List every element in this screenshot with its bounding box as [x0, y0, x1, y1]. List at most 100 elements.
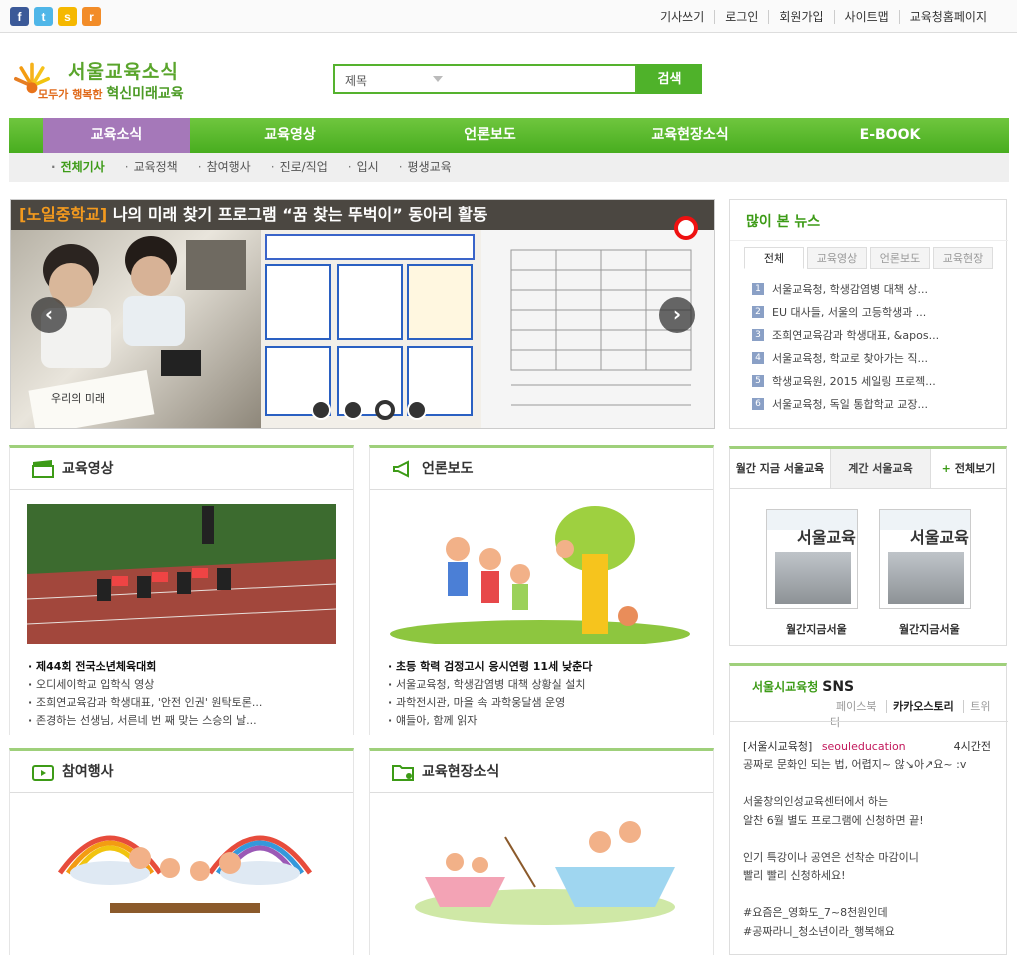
nav-item-field[interactable]: 교육현장소식: [590, 118, 790, 153]
events-section-title[interactable]: 참여행사: [10, 751, 353, 793]
list-item[interactable]: 제44회 전국소년체육대회: [28, 658, 353, 676]
tab-all[interactable]: 전체: [744, 247, 804, 269]
magazine-panel: 월간 지금 서울교육 계간 서울교육 + 전체보기 서울교육 월간지금서울 서울교…: [729, 446, 1007, 646]
list-item[interactable]: 존경하는 선생님, 서른네 번 째 맞는 스승의 날...: [28, 712, 353, 730]
sitemap-link[interactable]: 사이트맵: [833, 10, 899, 24]
press-list: 초등 학력 검정고시 응시연령 11세 낮춘다 서울교육청, 학생감염병 대책 …: [370, 658, 713, 730]
main-nav: 교육소식 교육영상 언론보도 교육현장소식 E-BOOK: [9, 118, 1009, 153]
facebook-icon[interactable]: f: [10, 7, 29, 26]
events-section: 참여행사: [9, 748, 354, 955]
tab-facebook[interactable]: 페이스북: [830, 700, 882, 713]
field-thumbnail-boats[interactable]: [405, 807, 685, 927]
cover-title: 서울교육: [797, 528, 856, 547]
cover-title: 서울교육: [910, 528, 969, 547]
chevron-down-icon[interactable]: [433, 76, 443, 82]
office-homepage-link[interactable]: 교육청홈페이지: [898, 10, 997, 24]
plus-icon: +: [941, 462, 951, 475]
popular-news-title: 많이 본 뉴스: [746, 214, 821, 230]
list-item[interactable]: 오디세이학교 입학식 영상: [28, 676, 353, 694]
tab-press[interactable]: 언론보도: [870, 247, 930, 269]
events-thumbnail-rainbow[interactable]: [50, 803, 320, 923]
sns-tabs: 페이스북 카카오스토리 트위터: [830, 698, 1006, 730]
cover-label[interactable]: 월간지금서울: [899, 621, 960, 637]
list-item[interactable]: 1 서울교육청, 학생감염병 대책 상...: [752, 277, 939, 300]
search-button[interactable]: 검색: [637, 64, 702, 94]
subnav-item-admission[interactable]: 입시: [348, 153, 379, 182]
slider-prev-button[interactable]: ‹: [31, 297, 67, 333]
slider-dot-active[interactable]: [375, 400, 395, 420]
headline-slider[interactable]: 우리의 미래 [노일중학교] 나의 미래 찾기 프로그램 “꿈 찾는 뚜벅이” …: [10, 199, 715, 429]
popular-news-panel: 많이 본 뉴스 전체 교육영상 언론보도 교육현장 1 서울교육청, 학생감염병 …: [729, 199, 1008, 429]
list-item[interactable]: 3 조희연교육감과 학생대표, &apos...: [752, 323, 939, 346]
list-item[interactable]: 4 서울교육청, 학교로 찾아가는 직...: [752, 346, 939, 369]
pause-icon[interactable]: [674, 216, 698, 240]
nav-item-video[interactable]: 교육영상: [190, 118, 390, 153]
twitter-icon[interactable]: t: [34, 7, 53, 26]
subnav-item-all[interactable]: 전체기사: [51, 153, 105, 182]
view-all-button[interactable]: + 전체보기: [930, 449, 1006, 488]
subnav-item-events[interactable]: 참여행사: [198, 153, 251, 182]
write-article-link[interactable]: 기사쓰기: [650, 10, 714, 24]
tab-quarterly[interactable]: 계간 서울교육: [830, 449, 930, 488]
video-section: 교육영상 제44회 전국소년체육대회 오디세이학교 입학식 영상 조희연교육감과…: [9, 445, 354, 735]
video-section-title[interactable]: 교육영상: [10, 448, 353, 490]
tab-field[interactable]: 교육현장: [933, 247, 993, 269]
list-item[interactable]: 서울교육청, 학생감염병 대책 상황실 설치: [388, 676, 713, 694]
utility-nav: 기사쓰기 로그인 회원가입 사이트맵 교육청홈페이지: [650, 10, 997, 24]
post-handle[interactable]: seouleducation: [822, 740, 906, 753]
slider-dot[interactable]: [343, 400, 363, 420]
slider-dot[interactable]: [407, 400, 427, 420]
popular-tabs: 전체 교육영상 언론보도 교육현장: [744, 247, 993, 269]
svg-text:우리의 미래: 우리의 미래: [51, 392, 105, 405]
rss-icon[interactable]: r: [82, 7, 101, 26]
video-thumbnail-track[interactable]: [27, 504, 336, 644]
site-logo[interactable]: 서울교육소식 모두가 행복한 혁신미래교육: [12, 55, 187, 110]
divider: [730, 721, 1008, 722]
slider-next-button[interactable]: ›: [659, 297, 695, 333]
list-item[interactable]: 6 서울교육청, 독일 통합학교 교장...: [752, 392, 939, 415]
subnav-item-career[interactable]: 진로/직업: [271, 153, 328, 182]
search-field-select[interactable]: 제목: [345, 72, 367, 89]
social-links: f t s r: [10, 7, 101, 26]
logo-title: 서울교육소식: [68, 61, 179, 83]
press-section: 언론보도 초등 학력 검정고시 응시연령 11세 낮춘다 서울교육청, 학생감염…: [369, 445, 714, 735]
slide-caption[interactable]: [노일중학교] 나의 미래 찾기 프로그램 “꿈 찾는 뚜벅이” 동아리 활동: [11, 200, 714, 230]
kakaostory-icon[interactable]: s: [58, 7, 77, 26]
nav-item-news[interactable]: 교육소식: [43, 118, 190, 153]
press-section-title[interactable]: 언론보도: [370, 448, 713, 490]
sub-nav: 전체기사 교육정책 참여행사 진로/직업 입시 평생교육: [9, 153, 1009, 182]
post-time: 4시간전: [953, 740, 991, 753]
signup-link[interactable]: 회원가입: [768, 10, 833, 24]
top-bar: f t s r 기사쓰기 로그인 회원가입 사이트맵 교육청홈페이지: [0, 0, 1017, 33]
tab-kakaostory[interactable]: 카카오스토리: [885, 700, 960, 713]
magazine-cover[interactable]: 서울교육: [766, 509, 858, 609]
sns-panel: 서울시교육청 SNS 페이스북 카카오스토리 트위터 [서울시교육청] seoul…: [729, 663, 1008, 955]
list-item[interactable]: 5 학생교육원, 2015 세일링 프로젝...: [752, 369, 939, 392]
nav-item-press[interactable]: 언론보도: [390, 118, 590, 153]
sns-title: 서울시교육청 SNS: [752, 679, 855, 695]
subnav-item-lifelong[interactable]: 평생교육: [399, 153, 452, 182]
list-item[interactable]: 2 EU 대사들, 서울의 고등학생과 ...: [752, 300, 939, 323]
list-item[interactable]: 초등 학력 검정고시 응시연령 11세 낮춘다: [388, 658, 713, 676]
slider-dot[interactable]: [311, 400, 331, 420]
slider-pagination: [311, 400, 427, 420]
magazine-cover[interactable]: 서울교육: [879, 509, 971, 609]
list-item[interactable]: 얘들아, 함께 읽자: [388, 712, 713, 730]
megaphone-icon: [393, 460, 409, 478]
nav-item-ebook[interactable]: E-BOOK: [790, 118, 990, 153]
popular-news-list: 1 서울교육청, 학생감염병 대책 상... 2 EU 대사들, 서울의 고등학생과…: [752, 277, 939, 415]
tab-monthly[interactable]: 월간 지금 서울교육: [730, 449, 830, 488]
field-section-title[interactable]: 교육현장소식: [370, 751, 713, 793]
subnav-item-policy[interactable]: 교육정책: [125, 153, 178, 182]
list-item[interactable]: 과학전시관, 마을 속 과학웅달샘 운영: [388, 694, 713, 712]
press-thumbnail-family[interactable]: [390, 504, 690, 644]
logo-tagline: 모두가 행복한 혁신미래교육: [38, 86, 184, 102]
magazine-tabs: 월간 지금 서울교육 계간 서울교육 + 전체보기: [730, 449, 1006, 489]
list-item[interactable]: 조희연교육감과 학생대표, '안전 인권' 원탁토론...: [28, 694, 353, 712]
clapperboard-icon: [32, 460, 54, 478]
sns-post-body[interactable]: 공짜로 문화인 되는 법, 어렵지~ 않↘아↗요~ :v 서울창의인성교육센터에…: [743, 756, 998, 941]
search-box[interactable]: 제목: [333, 64, 637, 94]
tab-video[interactable]: 교육영상: [807, 247, 867, 269]
login-link[interactable]: 로그인: [714, 10, 768, 24]
cover-label[interactable]: 월간지금서울: [786, 621, 847, 637]
